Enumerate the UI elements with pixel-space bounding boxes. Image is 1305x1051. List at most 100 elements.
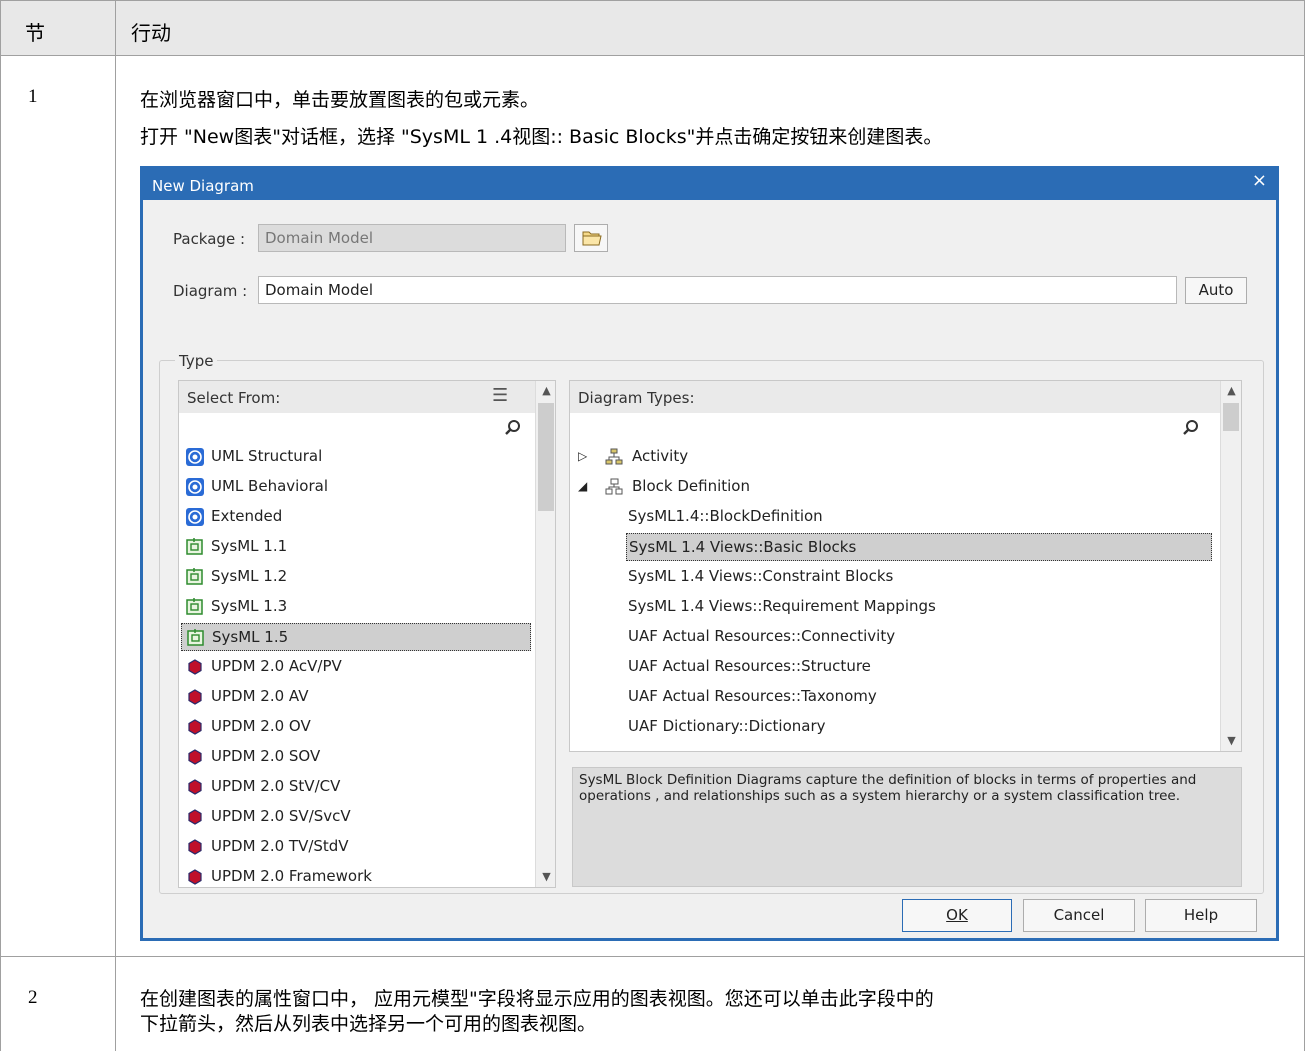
select-from-list[interactable]: Select From: ☰ UML Structural UML Behavio… xyxy=(178,380,556,888)
diagram-description: SysML Block Definition Diagrams capture … xyxy=(572,767,1242,887)
diagram-type-item[interactable]: UAF Actual Resources::Structure xyxy=(626,653,1212,681)
uml-icon xyxy=(185,507,205,527)
diagram-type-label: SysML 1.4 Views::Constraint Blocks xyxy=(628,567,894,585)
column-header-action: 行动 xyxy=(131,21,171,45)
select-from-item-label: UPDM 2.0 AV xyxy=(211,687,309,705)
select-from-item[interactable]: UPDM 2.0 OV xyxy=(181,713,531,741)
diagram-type-item[interactable]: SysML 1.4 Views::Basic Blocks xyxy=(626,533,1212,561)
select-from-item-label: UPDM 2.0 StV/CV xyxy=(211,777,341,795)
select-from-item[interactable]: UPDM 2.0 TV/StdV xyxy=(181,833,531,861)
select-from-item[interactable]: UPDM 2.0 SV/SvcV xyxy=(181,803,531,831)
updm-icon xyxy=(185,687,205,707)
type-group-title: Type xyxy=(175,352,218,370)
select-from-item[interactable]: UPDM 2.0 SOV xyxy=(181,743,531,771)
diagram-types-title: Diagram Types: xyxy=(578,389,695,407)
sysml-icon xyxy=(185,597,205,617)
menu-icon[interactable]: ☰ xyxy=(492,385,508,406)
uml-icon xyxy=(185,447,205,467)
updm-icon xyxy=(185,867,205,887)
diagram-types-header: Diagram Types: xyxy=(570,381,1220,413)
cancel-button[interactable]: Cancel xyxy=(1023,899,1135,932)
select-from-item-label: UPDM 2.0 SV/SvcV xyxy=(211,807,351,825)
select-from-item[interactable]: Extended xyxy=(181,503,531,531)
select-from-scrollbar[interactable]: ▲ ▼ xyxy=(535,381,555,887)
select-from-item[interactable]: UPDM 2.0 AcV/PV xyxy=(181,653,531,681)
scroll-thumb[interactable] xyxy=(538,403,554,511)
select-from-item-label: UML Behavioral xyxy=(211,477,329,495)
scroll-up-arrow[interactable]: ▲ xyxy=(536,381,555,401)
diagram-type-item[interactable]: UAF Actual Resources::Connectivity xyxy=(626,623,1212,651)
select-from-item-label: UPDM 2.0 SOV xyxy=(211,747,321,765)
select-from-item[interactable]: UPDM 2.0 Framework xyxy=(181,863,531,887)
diagram-type-label: UAF Actual Resources::Taxonomy xyxy=(628,687,877,705)
select-from-item[interactable]: SysML 1.5 xyxy=(181,623,531,651)
diagram-type-label: UAF Dictionary::Dictionary xyxy=(628,717,826,735)
select-from-item[interactable]: SysML 1.3 xyxy=(181,593,531,621)
diagram-types-list[interactable]: Diagram Types: ▷ Activity ◢ Block Definitio… xyxy=(569,380,1242,752)
sysml-icon xyxy=(185,567,205,587)
diagram-type-item[interactable]: SysML1.4::BlockDefinition xyxy=(626,503,1212,531)
select-from-item-label: SysML 1.3 xyxy=(211,597,288,615)
search-icon[interactable] xyxy=(1182,419,1200,437)
updm-icon xyxy=(185,657,205,677)
folder-icon xyxy=(582,231,602,246)
new-diagram-dialog: New Diagram × Package : Domain Model Dia… xyxy=(140,166,1279,941)
select-from-item[interactable]: UPDM 2.0 AV xyxy=(181,683,531,711)
select-from-item-label: UML Structural xyxy=(211,447,323,465)
scroll-up-arrow[interactable]: ▲ xyxy=(1221,381,1241,401)
select-from-title: Select From: xyxy=(187,389,281,407)
ok-button[interactable]: OK xyxy=(902,899,1012,932)
package-label: Package : xyxy=(173,230,245,248)
scroll-thumb[interactable] xyxy=(1223,403,1239,431)
diagram-type-item[interactable]: UAF Dictionary::Dictionary xyxy=(626,713,1212,741)
select-from-header: Select From: xyxy=(179,381,535,413)
step-text: 在创建图表的属性窗口中， 应用元模型"字段将显示应用的图表视图。您还可以单击此字… xyxy=(140,988,934,1010)
close-icon[interactable]: × xyxy=(1252,170,1267,191)
browse-package-button[interactable] xyxy=(574,224,608,252)
select-from-item[interactable]: SysML 1.2 xyxy=(181,563,531,591)
step-text: 下拉箭头，然后从列表中选择另一个可用的图表视图。 xyxy=(140,1013,597,1035)
diagram-type-item[interactable]: UAF Actual Resources::Taxonomy xyxy=(626,683,1212,711)
auto-button[interactable]: Auto xyxy=(1185,277,1247,304)
diagram-type-label: SysML1.4::BlockDefinition xyxy=(628,507,823,525)
diagram-type-item[interactable]: SysML 1.4 Views::Requirement Mappings xyxy=(626,593,1212,621)
row-divider xyxy=(0,956,1305,957)
uml-icon xyxy=(185,477,205,497)
select-from-item[interactable]: SysML 1.1 xyxy=(181,533,531,561)
select-from-item-label: SysML 1.5 xyxy=(212,628,289,646)
column-divider xyxy=(115,0,116,1051)
package-field: Domain Model xyxy=(258,224,566,252)
select-from-item-label: UPDM 2.0 TV/StdV xyxy=(211,837,349,855)
select-from-item[interactable]: UPDM 2.0 StV/CV xyxy=(181,773,531,801)
expanded-arrow-icon[interactable]: ◢ xyxy=(578,473,587,499)
select-from-item[interactable]: UML Behavioral xyxy=(181,473,531,501)
select-from-item-label: Extended xyxy=(211,507,283,525)
sysml-icon xyxy=(186,628,206,648)
select-from-item[interactable]: UML Structural xyxy=(181,443,531,471)
step-number: 1 xyxy=(28,86,38,107)
sysml-icon xyxy=(185,537,205,557)
diagram-type-label: UAF Actual Resources::Structure xyxy=(628,657,871,675)
step-text: 打开 "New图表"对话框，选择 "SysML 1 .4视图:: Basic B… xyxy=(140,126,943,148)
search-icon[interactable] xyxy=(504,419,522,437)
scroll-down-arrow[interactable]: ▼ xyxy=(536,867,555,887)
diagram-type-group[interactable]: ◢ Block Definition xyxy=(572,473,1212,501)
select-from-item-label: SysML 1.2 xyxy=(211,567,288,585)
collapsed-arrow-icon[interactable]: ▷ xyxy=(578,443,587,469)
updm-icon xyxy=(185,747,205,767)
diagram-name-input[interactable]: Domain Model xyxy=(258,276,1177,304)
diagram-type-label: Activity xyxy=(632,447,689,465)
dialog-body: Package : Domain Model Diagram : Domain … xyxy=(143,200,1276,938)
step-text: 在浏览器窗口中，单击要放置图表的包或元素。 xyxy=(140,89,540,111)
diagram-type-label: SysML 1.4 Views::Basic Blocks xyxy=(629,538,857,556)
table-header: 节 行动 xyxy=(0,0,1305,56)
scroll-down-arrow[interactable]: ▼ xyxy=(1221,731,1241,751)
diagram-label: Diagram : xyxy=(173,282,248,300)
diagram-types-scrollbar[interactable]: ▲ ▼ xyxy=(1220,381,1241,751)
help-button[interactable]: Help xyxy=(1145,899,1257,932)
updm-icon xyxy=(185,777,205,797)
diagram-type-item[interactable]: SysML 1.4 Views::Constraint Blocks xyxy=(626,563,1212,591)
diagram-type-group[interactable]: ▷ Activity xyxy=(572,443,1212,471)
dialog-title: New Diagram xyxy=(152,177,254,195)
updm-icon xyxy=(185,717,205,737)
